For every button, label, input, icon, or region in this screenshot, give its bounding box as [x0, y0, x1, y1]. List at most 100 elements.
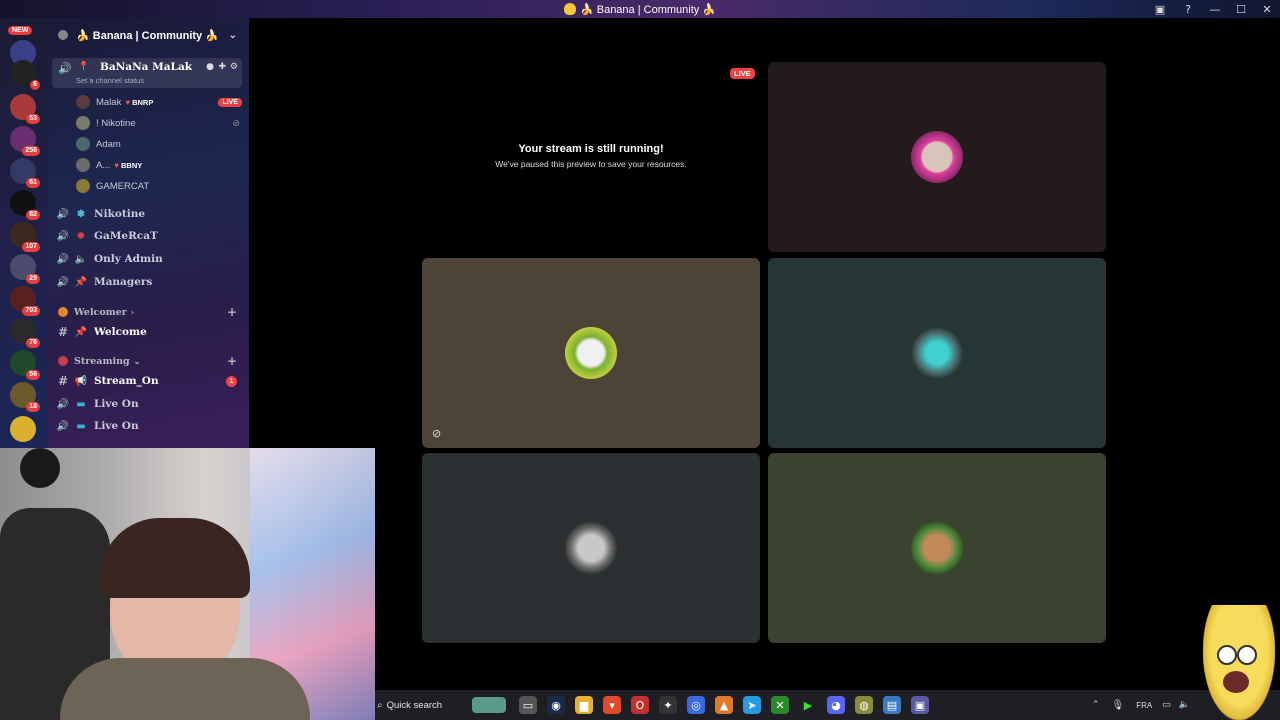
- chevron-down-icon: ⌄: [133, 356, 141, 366]
- opera-icon[interactable]: O: [631, 696, 649, 714]
- voice-channel[interactable]: 🔊 ▬ Live On: [48, 416, 249, 436]
- microphone-icon[interactable]: 🎙: [1112, 700, 1125, 711]
- server-icon[interactable]: 256: [10, 126, 40, 156]
- voice-stage: LIVE Your stream is still running! We've…: [249, 18, 1280, 690]
- folder-icon[interactable]: ▆: [575, 696, 593, 714]
- text-channel[interactable]: # 📌 Welcome: [48, 322, 249, 342]
- participant-tile[interactable]: [768, 258, 1106, 448]
- snowflake-icon: ❄: [76, 208, 86, 220]
- voice-channel[interactable]: 🔊 🔈 Only Admin: [48, 249, 249, 269]
- server-icon[interactable]: 18: [10, 382, 40, 412]
- invite-icon[interactable]: ✚: [218, 62, 226, 72]
- steam-icon[interactable]: ◉: [547, 696, 565, 714]
- text-channel[interactable]: # 📢 Stream_On 1: [48, 371, 249, 391]
- server-icon[interactable]: 107: [10, 222, 40, 252]
- eye-image: [1217, 645, 1237, 665]
- paused-subtitle: We've paused this preview to save your r…: [495, 159, 687, 169]
- avatar: [911, 131, 963, 183]
- server-icon[interactable]: 76: [10, 318, 40, 348]
- voice-user[interactable]: Adam: [76, 134, 121, 154]
- app-icon[interactable]: ▲: [715, 696, 733, 714]
- participant-tile[interactable]: [768, 453, 1106, 643]
- webcam-overlay: [0, 448, 375, 720]
- widget-image[interactable]: [472, 697, 506, 713]
- server-icon[interactable]: [10, 416, 36, 442]
- gear-icon[interactable]: ⚙: [230, 62, 238, 72]
- app-icon[interactable]: ◍: [855, 696, 873, 714]
- avatar: [911, 327, 963, 379]
- voice-user[interactable]: A... ♥ BBNY: [76, 155, 142, 175]
- participant-tile[interactable]: ⊘: [422, 258, 760, 448]
- participant-tile[interactable]: [422, 453, 760, 643]
- speaker-icon: 🔊: [56, 208, 70, 220]
- mouth-image: [1223, 671, 1249, 693]
- active-voice-channel[interactable]: 🔊 📍 BaNaNa MaLak Set a channel status ● …: [52, 58, 242, 88]
- network-icon[interactable]: ▭: [1162, 700, 1171, 710]
- add-channel-icon[interactable]: +: [227, 305, 237, 319]
- volume-icon[interactable]: 🔈: [1179, 700, 1190, 710]
- eye-image: [1237, 645, 1257, 665]
- speaker-icon: 🔈: [74, 253, 88, 265]
- hair-image: [100, 518, 250, 598]
- help-icon[interactable]: ?: [1174, 0, 1202, 18]
- language-indicator[interactable]: FRA: [1136, 701, 1152, 710]
- voice-channel[interactable]: 🔊 📌 Managers: [48, 272, 249, 292]
- banana-icon: [563, 3, 576, 15]
- app-icon[interactable]: ▣: [911, 696, 929, 714]
- minimize-button[interactable]: —: [1202, 0, 1228, 18]
- close-button[interactable]: ✕: [1254, 0, 1280, 18]
- inbox-icon[interactable]: ▣: [1146, 0, 1174, 18]
- add-channel-icon[interactable]: +: [227, 354, 237, 368]
- category-welcomer[interactable]: Welcomer › +: [48, 303, 249, 321]
- live-badge: LIVE: [218, 97, 242, 107]
- category-streaming[interactable]: Streaming ⌄ +: [48, 352, 249, 370]
- server-icon[interactable]: 61: [10, 158, 40, 188]
- voice-channel[interactable]: 🔊 ✸ GaMeRcaT: [48, 226, 249, 246]
- voice-user[interactable]: GAMERCAT: [76, 176, 149, 196]
- telegram-icon[interactable]: ➤: [743, 696, 761, 714]
- banana-mascot-image: [1203, 605, 1275, 720]
- server-icon[interactable]: 53: [10, 94, 40, 124]
- star-icon: ✸: [76, 230, 86, 242]
- photos-icon[interactable]: ▤: [883, 696, 901, 714]
- chrome-icon[interactable]: ◎: [687, 696, 705, 714]
- voice-channel[interactable]: 🔊 ❄ Nikotine: [48, 204, 249, 224]
- pin-icon: 📍: [78, 62, 90, 72]
- muted-mic-icon: ⊘: [432, 427, 442, 440]
- avatar: [76, 179, 90, 193]
- channel-status[interactable]: Set a channel status: [76, 76, 144, 85]
- server-icon[interactable]: 703: [10, 286, 40, 316]
- play-icon[interactable]: ▶: [799, 696, 817, 714]
- voice-user[interactable]: Malak ♥ BNRP LIVE: [76, 92, 246, 112]
- xbox-icon[interactable]: ✕: [771, 696, 789, 714]
- maximize-button[interactable]: ☐: [1228, 0, 1254, 18]
- speaker-icon: 🔊: [56, 398, 70, 410]
- voice-channel[interactable]: 🔊 ▬ Live On: [48, 394, 249, 414]
- muted-mic-icon: ⊘: [232, 117, 240, 128]
- new-badge: NEW: [8, 26, 33, 35]
- search-box[interactable]: ⌕ Quick search: [377, 695, 472, 715]
- brave-icon[interactable]: ▾: [603, 696, 621, 714]
- chatgpt-icon[interactable]: ✦: [659, 696, 677, 714]
- tv-icon: ▬: [76, 398, 86, 410]
- task-view-icon[interactable]: ▭: [519, 696, 537, 714]
- participant-tile[interactable]: [768, 62, 1106, 252]
- chat-icon[interactable]: ●: [206, 62, 214, 72]
- boost-icon: [58, 30, 68, 40]
- chevron-up-icon[interactable]: ⌃: [1092, 700, 1100, 710]
- heart-icon: ♥: [125, 97, 131, 107]
- server-icon[interactable]: 82: [10, 190, 40, 220]
- category-icon: [58, 307, 68, 317]
- server-icon[interactable]: 56: [10, 350, 40, 380]
- server-name: 🍌 Banana | Community 🍌: [76, 29, 219, 42]
- server-header[interactable]: 🍌 Banana | Community 🍌 ⌄: [48, 18, 249, 52]
- search-icon: ⌕: [377, 699, 383, 711]
- voice-user[interactable]: ! Nikotine ⊘: [76, 113, 246, 133]
- discord-icon[interactable]: ◕: [827, 696, 845, 714]
- server-icon[interactable]: 6: [10, 60, 40, 90]
- server-icon[interactable]: 29: [10, 254, 40, 284]
- avatar: [76, 116, 90, 130]
- chevron-down-icon[interactable]: ⌄: [229, 30, 237, 41]
- speaker-icon: 🔊: [56, 253, 70, 265]
- server-rail: NEW 6 53 256 61 82 107 29 703 76 56 18: [0, 18, 48, 448]
